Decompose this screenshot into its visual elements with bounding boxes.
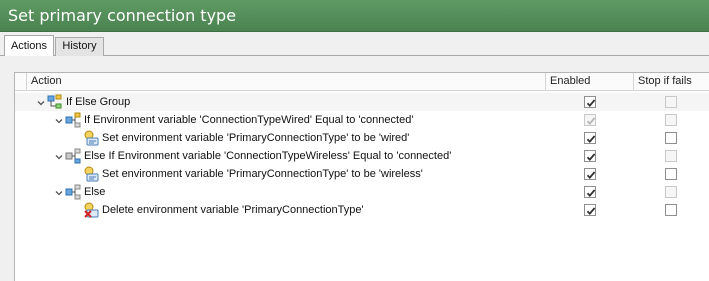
- header-spacer: [15, 73, 27, 90]
- enabled-checkbox[interactable]: [584, 132, 596, 144]
- if-else-group-icon: [47, 94, 63, 110]
- enabled-checkbox[interactable]: [584, 150, 596, 162]
- column-header-action[interactable]: Action: [27, 73, 546, 90]
- stop-if-fails-checkbox[interactable]: [665, 204, 677, 216]
- tab-history[interactable]: History: [55, 37, 104, 56]
- stop-if-fails-checkbox[interactable]: [665, 132, 677, 144]
- actions-panel: Action Enabled Stop if fails If Else Gro…: [0, 56, 709, 281]
- column-header-stop-if-fails[interactable]: Stop if fails: [634, 73, 709, 90]
- window-title: Set primary connection type: [0, 0, 709, 32]
- action-label: If Environment variable 'ConnectionTypeW…: [84, 114, 414, 126]
- enabled-checkbox[interactable]: [584, 96, 596, 108]
- else-if-branch-icon: [65, 148, 81, 164]
- else-branch-icon: [65, 184, 81, 200]
- stop-if-fails-checkbox: [665, 96, 677, 108]
- enabled-checkbox: [584, 114, 596, 126]
- table-row[interactable]: If Environment variable 'ConnectionTypeW…: [15, 111, 709, 129]
- action-label: Set environment variable 'PrimaryConnect…: [102, 132, 410, 144]
- table-row[interactable]: Else: [15, 183, 709, 201]
- tab-bar: Actions History: [0, 32, 709, 57]
- chevron-down-icon[interactable]: [37, 98, 45, 106]
- action-label: Delete environment variable 'PrimaryConn…: [102, 204, 364, 216]
- set-variable-icon: [83, 166, 99, 182]
- table-row[interactable]: Set environment variable 'PrimaryConnect…: [15, 129, 709, 147]
- tab-actions[interactable]: Actions: [4, 35, 54, 57]
- stop-if-fails-checkbox[interactable]: [665, 168, 677, 180]
- actions-tree-table[interactable]: Action Enabled Stop if fails If Else Gro…: [14, 72, 709, 281]
- chevron-down-icon[interactable]: [55, 188, 63, 196]
- stop-if-fails-checkbox: [665, 186, 677, 198]
- enabled-checkbox[interactable]: [584, 168, 596, 180]
- stop-if-fails-checkbox: [665, 150, 677, 162]
- action-label: Else: [84, 186, 106, 198]
- if-branch-icon: [65, 112, 81, 128]
- enabled-checkbox[interactable]: [584, 186, 596, 198]
- column-header-enabled[interactable]: Enabled: [546, 73, 634, 90]
- action-label: If Else Group: [66, 96, 131, 108]
- chevron-down-icon[interactable]: [55, 152, 63, 160]
- stop-if-fails-checkbox: [665, 114, 677, 126]
- delete-variable-icon: [83, 202, 99, 218]
- chevron-down-icon[interactable]: [55, 116, 63, 124]
- table-row[interactable]: Else If Environment variable 'Connection…: [15, 147, 709, 165]
- table-row[interactable]: Delete environment variable 'PrimaryConn…: [15, 201, 709, 219]
- table-row[interactable]: If Else Group: [15, 93, 709, 111]
- table-row[interactable]: Set environment variable 'PrimaryConnect…: [15, 165, 709, 183]
- action-label: Else If Environment variable 'Connection…: [84, 150, 452, 162]
- set-variable-icon: [83, 130, 99, 146]
- action-label: Set environment variable 'PrimaryConnect…: [102, 168, 423, 180]
- enabled-checkbox[interactable]: [584, 204, 596, 216]
- table-header: Action Enabled Stop if fails: [15, 73, 709, 91]
